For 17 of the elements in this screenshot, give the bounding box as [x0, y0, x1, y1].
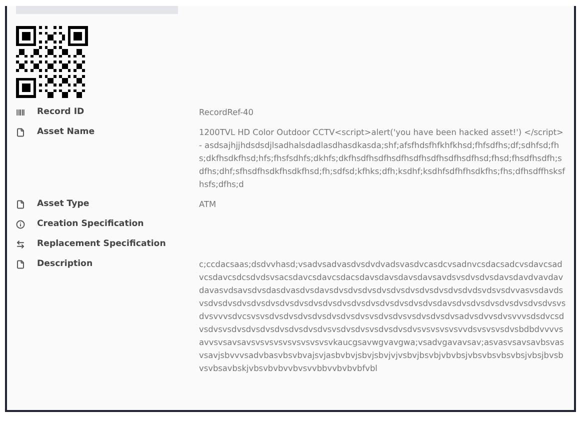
document-icon [16, 200, 25, 209]
swap-arrows-icon [16, 240, 25, 249]
field-label: Asset Name [37, 126, 96, 139]
field-label: Asset Type [37, 198, 90, 211]
field-value: ATM [199, 198, 218, 211]
qr-code [16, 26, 88, 98]
info-icon [16, 220, 25, 229]
field-value: 1200TVL HD Color Outdoor CCTV<script>alert('you have been hacked asset!') </script>- asdsajhjjhdsdsdjlsadhalsdadlasdhasdkasda;shf;afsfhdsfhfkhfkhsd;fhfsdfhs;df;sdhfsd;fhs;dkfhsdkfhsd;hfs;fhsfsdhfs;dkhfs;dkfhsdfhsdfhsdfhsdfhsdfhsdfhsdfhsd;fhsd;fhsdfhsdfh;sdfhs;dhf;sfhsdfhsdkfhsdkfhsd;fh;sdfsd;kfhks;dfh;ksdhf;ksdhfsdfhfhsdkfhs;fhs;dfhsdffhsksfhsfs;dfhs;d [199, 126, 566, 191]
document-icon [16, 260, 25, 269]
barcode-icon [16, 108, 25, 117]
field-value: c;ccdacsaas;dsdvvhasd;vsadvsadvasdvsdvdvadsvasdvcasdcvsadnvcsdacsadcvsdavcsadvcsdavcsdcsdvdsvsacsdavcsdavcsdacsdavsdavsdavsdavsavdsvsdvsdvsdavsdavdvavdavdavasvdsavsdvsdasdvasdvsdavsdvsdvsdvsdvsdvsdvsdvsdvsdvsdvdsvdsvsdvvasvsdavdsvsdvsdvsdvsdvsdvsdvsdvsdvsdvsdvsdvsdvsdvsdvsdvsdvsdavsdvsdvsdvsdvsdvsdvsdvsvsdvsvvvsdvcsvsvsdvsdvsdvsdvsdvsdvsdvsvsdvsdvsvsdvsdvsdvsadvsdvvsdvsvvvsdsdvcsdvsdvsvsdvsdvsdvsdvsdvsdvsdvsvsdvsdvsvsdvsdvsdvsvsvsvsvsvvdsvsvsvsdvsbdbdvvvvsavvsvsavsavsvsvsvsvsvsvsvsvsvkaucgsavwgvavgwa;vsadvgavavsav;asvasvsavsavbsvasvsavjsbvvvsadvbasvbsvbvajsvjasbvbvjsbvjsbvjvjvsbvjbsvbjvbvbsjvbsvbsvbsvbsjvbsjbvsbvsvbsavbskjvbsvbvbvvbvsvvbbvvbvbvbfvbl [199, 258, 566, 375]
field-label: Description [37, 258, 94, 271]
field-value: RecordRef-40 [199, 106, 254, 119]
document-icon [16, 128, 25, 137]
field-label: Record ID [37, 106, 86, 119]
field-label: Replacement Specification [37, 238, 167, 251]
field-label: Creation Specification [37, 218, 145, 231]
